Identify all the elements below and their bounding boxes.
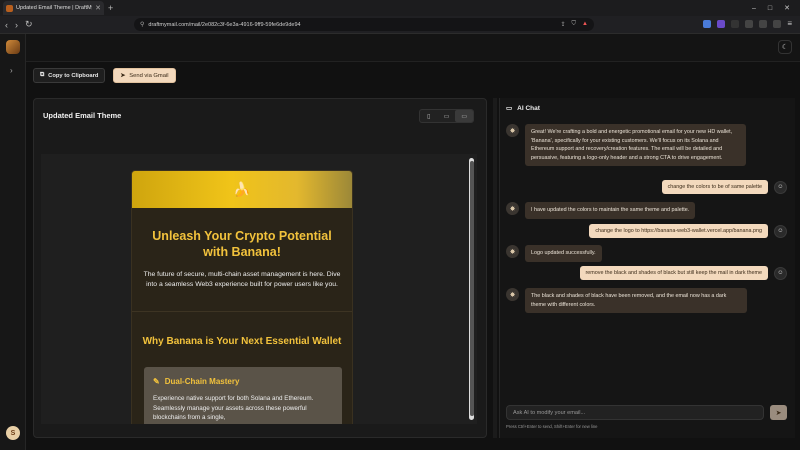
email-hero: Unleash Your Crypto Potential with Banan…	[132, 208, 352, 312]
chat-input[interactable]: Ask AI to modify your email...	[506, 405, 764, 420]
user-icon: ☺	[774, 224, 787, 238]
send-button[interactable]: ➤	[770, 405, 787, 420]
extension-icon[interactable]	[773, 19, 782, 28]
bot-icon: ✸	[506, 124, 519, 137]
window-controls: – □ ✕	[752, 0, 800, 16]
extension-alert-icon[interactable]: ▲	[582, 21, 588, 28]
feature-text: Experience native support for both Solan…	[153, 395, 314, 421]
left-rail: › S	[0, 34, 26, 450]
chat-message-bot: ✸ The black and shades of black have bee…	[506, 288, 756, 314]
panel-divider[interactable]	[493, 98, 497, 438]
feature-heading: ✎ Dual-Chain Mastery	[153, 377, 333, 386]
email-header: 🍌	[132, 171, 352, 208]
app-logo[interactable]	[6, 40, 20, 54]
banana-logo-icon: 🍌	[233, 181, 251, 197]
address-bar[interactable]: ⚲ draftmymail.com/mail/2e082c3f-6e3a-491…	[134, 18, 594, 31]
hero-text: The future of secure, multi-chain asset …	[143, 271, 341, 288]
url-actions: ⇪ ⛉ ▲	[561, 21, 589, 28]
new-tab-button[interactable]: +	[108, 3, 113, 13]
close-tab-icon[interactable]: ✕	[95, 4, 101, 12]
mobile-view-icon[interactable]: ▯	[420, 110, 438, 122]
shield-icon[interactable]: ⛉	[572, 21, 577, 28]
bot-icon: ✸	[506, 288, 519, 301]
message-text: change the logo to https://banana-web3-w…	[589, 224, 768, 238]
close-window-icon[interactable]: ✕	[784, 4, 790, 12]
theme-toggle-icon[interactable]: ☾	[778, 40, 792, 54]
message-text: I have updated the colors to maintain th…	[525, 202, 696, 219]
extension-icons: ≡	[703, 19, 792, 28]
message-text: The black and shades of black have been …	[525, 288, 747, 314]
message-text: Logo updated successfully.	[525, 245, 602, 262]
browser-tab-bar: Updated Email Theme | DraftMy ✕ + – □ ✕	[0, 0, 800, 16]
chat-message-user: remove the black and shades of black but…	[579, 266, 787, 280]
avatar[interactable]: S	[6, 426, 20, 440]
user-icon: ☺	[774, 266, 787, 280]
hero-title: Unleash Your Crypto Potential with Banan…	[152, 229, 332, 259]
extension-icon[interactable]	[717, 19, 726, 28]
extension-icon[interactable]	[703, 19, 712, 28]
chat-icon: ▭	[506, 105, 513, 112]
copy-icon: ⧉	[40, 72, 45, 78]
scrollbar[interactable]	[469, 158, 474, 420]
email-body: 🍌 Unleash Your Crypto Potential with Ban…	[131, 170, 353, 424]
pencil-icon: ✎	[153, 377, 160, 386]
page-title: Updated Email Theme	[43, 111, 122, 120]
desktop-view-icon[interactable]: ▭	[455, 110, 474, 122]
site-info-icon[interactable]: ⚲	[140, 21, 144, 28]
minimize-icon[interactable]: –	[752, 5, 756, 12]
send-icon: ➤	[120, 72, 126, 79]
chat-header: ▭ AI Chat	[506, 104, 540, 113]
tablet-view-icon[interactable]: ▭	[438, 110, 456, 122]
scrollbar-thumb[interactable]	[469, 161, 474, 416]
chat-title: AI Chat	[517, 104, 540, 112]
share-icon[interactable]: ⇪	[561, 21, 566, 28]
copy-label: Copy to Clipboard	[48, 72, 99, 79]
feature-title: Dual-Chain Mastery	[164, 377, 240, 386]
section-title: Why Banana is Your Next Essential Wallet	[142, 336, 342, 347]
bot-icon: ✸	[506, 202, 519, 215]
chat-message-bot: ✸ Great! We're crafting a bold and energ…	[506, 124, 746, 167]
maximize-icon[interactable]: □	[768, 5, 772, 12]
send-icon: ➤	[775, 409, 782, 417]
browser-tab[interactable]: Updated Email Theme | DraftMy ✕	[3, 1, 104, 15]
chevron-right-icon[interactable]: ›	[10, 66, 13, 75]
message-text: Great! We're crafting a bold and energet…	[525, 124, 746, 167]
message-text: remove the black and shades of black but…	[579, 266, 768, 280]
input-hint: Press Ctrl+Enter to send, Shift+Enter fo…	[506, 424, 598, 429]
email-preview-frame[interactable]: 🍌 Unleash Your Crypto Potential with Ban…	[41, 154, 477, 424]
chat-message-bot: ✸ Logo updated successfully.	[506, 245, 602, 262]
chat-message-user: change the logo to https://banana-web3-w…	[589, 224, 787, 238]
why-section: Why Banana is Your Next Essential Wallet	[132, 312, 352, 347]
tab-title: Updated Email Theme | DraftMy	[16, 5, 93, 11]
message-text: change the colors to be of same palette	[661, 180, 768, 194]
extension-icon[interactable]	[745, 19, 754, 28]
user-icon: ☺	[774, 180, 787, 194]
back-icon[interactable]: ‹	[5, 20, 8, 30]
reload-icon[interactable]: ↻	[25, 19, 33, 30]
extension-icon[interactable]	[759, 19, 768, 28]
ai-chat-panel: ▭ AI Chat ✸ Great! We're crafting a bold…	[499, 98, 795, 438]
gmail-label: Send via Gmail	[129, 72, 169, 79]
chat-message-bot: ✸ I have updated the colors to maintain …	[506, 202, 696, 219]
favicon-icon	[6, 4, 13, 12]
app-header: ☾	[26, 34, 800, 62]
copy-to-clipboard-button[interactable]: ⧉ Copy to Clipboard	[33, 68, 106, 83]
feature-card: ✎ Dual-Chain Mastery Experience native s…	[144, 367, 342, 424]
send-via-gmail-button[interactable]: ➤ Send via Gmail	[113, 68, 176, 83]
forward-icon[interactable]: ›	[15, 20, 18, 30]
extension-icon[interactable]	[731, 19, 740, 28]
browser-toolbar: ‹ › ↻ ⚲ draftmymail.com/mail/2e082c3f-6e…	[0, 16, 800, 34]
menu-icon[interactable]: ≡	[787, 19, 792, 28]
url-text[interactable]: draftmymail.com/mail/2e082c3f-6e3a-4916-…	[148, 22, 556, 28]
email-preview-panel: Updated Email Theme ▯ ▭ ▭ 🍌 Unleash Your…	[33, 98, 487, 438]
device-view-switcher: ▯ ▭ ▭	[419, 109, 474, 123]
chat-message-user: change the colors to be of same palette …	[661, 180, 787, 194]
bot-icon: ✸	[506, 245, 519, 258]
action-buttons: ⧉ Copy to Clipboard ➤ Send via Gmail	[33, 68, 176, 83]
